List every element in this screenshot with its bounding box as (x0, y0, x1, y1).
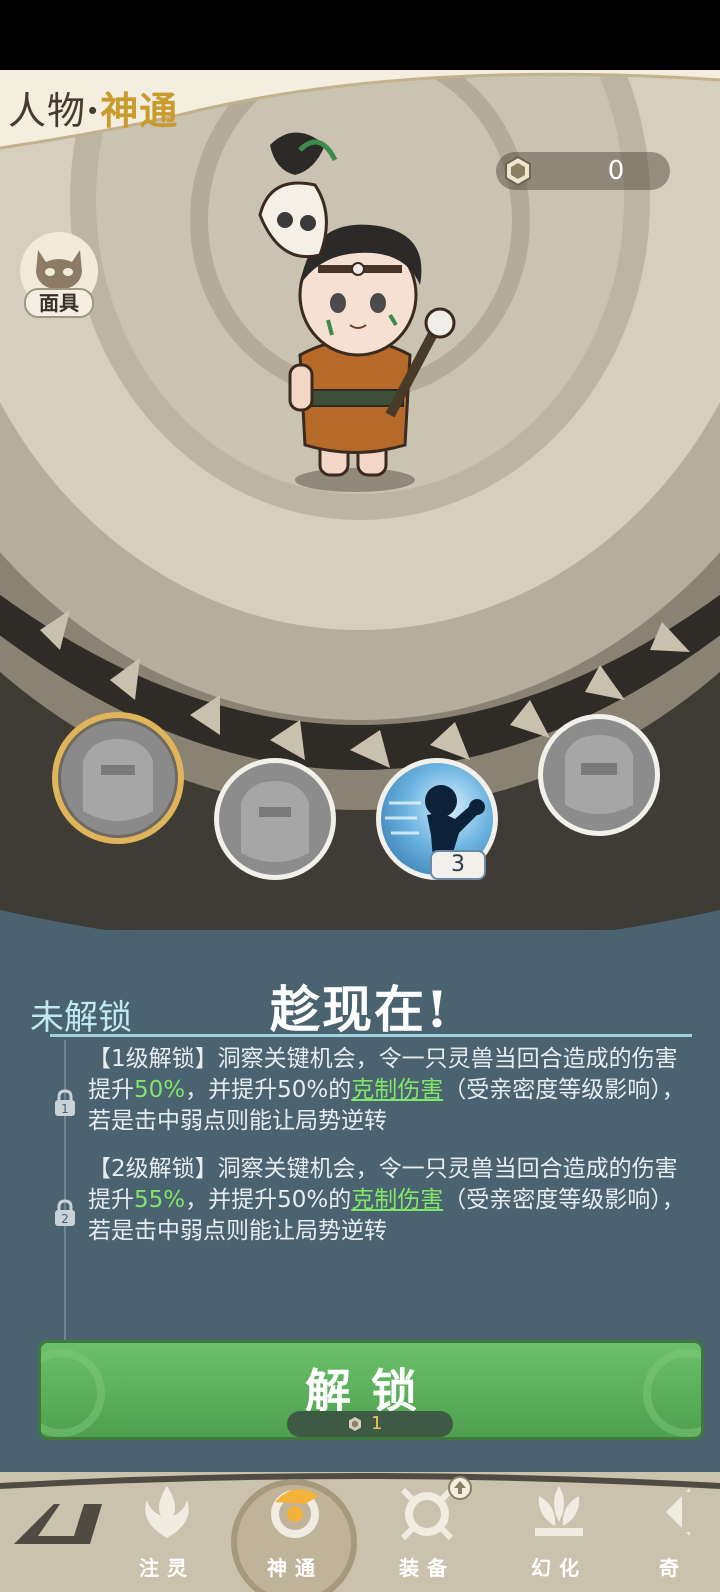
counter-damage-link[interactable]: 克制伤害 (351, 1187, 443, 1213)
nav-label-huanhua: 幻化 (531, 1556, 587, 1580)
currency-value: 0 (607, 156, 625, 186)
page-title: 人物·神通 (8, 80, 178, 135)
nav-label-zhuangbei: 装备 (399, 1556, 455, 1580)
nav-item-qi[interactable]: 奇 (626, 1472, 720, 1592)
nav-item-huanhua[interactable]: 幻化 (504, 1472, 614, 1592)
skill-slot-3[interactable]: 3 (376, 758, 498, 880)
lotus-icon (535, 1486, 583, 1536)
game-screen: 人物·神通 0 面具 3 趁现在! 未解锁 1 【1级解锁】洞察关键机会，令一只… (0, 70, 720, 1592)
character-figure (258, 132, 456, 492)
nav-label-zhuling: 注灵 (139, 1556, 195, 1580)
unlock-cost-value: 1 (371, 1413, 383, 1434)
medal-coin-icon (349, 1417, 361, 1431)
flame-icon (145, 1486, 189, 1538)
skill-1-icon (58, 718, 178, 838)
level-1-text-mid: ，并提升50%的 (185, 1077, 352, 1103)
unlock-button[interactable]: 解锁 1 (38, 1340, 704, 1440)
counter-damage-link[interactable]: 克制伤害 (351, 1077, 443, 1103)
medal-coin-icon (505, 155, 531, 187)
skill-2-icon (219, 763, 331, 875)
status-bar (0, 0, 720, 70)
title-banner: 人物·神通 (0, 70, 720, 150)
logo-icon (14, 1504, 102, 1544)
nav-label-shentong: 神通 (267, 1556, 323, 1580)
scroll-icon (666, 1488, 690, 1536)
nav-item-shentong[interactable]: 神通 (240, 1472, 350, 1592)
upgrade-arrow-icon (448, 1476, 472, 1500)
mask-button[interactable]: 面具 (18, 232, 100, 322)
title-divider (50, 1034, 692, 1037)
page-title-part2: 神通 (100, 88, 179, 133)
lock-icon: 2 (55, 1199, 75, 1226)
swirl-icon (271, 1489, 319, 1538)
skill-4-icon (543, 719, 655, 831)
level-2-text-mid: ，并提升50%的 (185, 1187, 352, 1213)
unlock-cost: 1 (287, 1411, 453, 1437)
locked-mask-silhouette-icon (565, 735, 633, 814)
page-title-part1: 人物 (8, 89, 87, 133)
skill-level-badge: 3 (430, 850, 486, 880)
currency-counter: 0 (496, 152, 670, 190)
page-title-separator: · (86, 88, 101, 133)
skill-slot-1[interactable] (52, 712, 184, 844)
skill-slot-2[interactable] (214, 758, 336, 880)
lock-level-number: 2 (61, 1212, 69, 1226)
bottom-nav: 注灵 神通 装备 幻化 奇 (0, 1472, 720, 1592)
unlock-status: 未解锁 (30, 998, 132, 1038)
nav-logo[interactable] (4, 1472, 114, 1592)
level-1-value: 50% (134, 1077, 186, 1103)
locked-mask-silhouette-icon (83, 739, 153, 821)
skill-slot-4[interactable] (538, 714, 660, 836)
level-2-value: 55% (134, 1187, 186, 1213)
lock-icon: 1 (55, 1089, 75, 1116)
lock-level-number: 1 (61, 1102, 69, 1116)
level-2-description: 【2级解锁】洞察关键机会，令一只灵兽当回合造成的伤害提升55%，并提升50%的克… (88, 1154, 688, 1247)
locked-mask-silhouette-icon (241, 781, 309, 862)
nav-item-zhuling[interactable]: 注灵 (112, 1472, 222, 1592)
mask-button-label: 面具 (24, 288, 94, 318)
nav-item-zhuangbei[interactable]: 装备 (372, 1472, 482, 1592)
level-1-description: 【1级解锁】洞察关键机会，令一只灵兽当回合造成的伤害提升50%，并提升50%的克… (88, 1044, 688, 1137)
nav-label-qi: 奇 (659, 1556, 687, 1580)
